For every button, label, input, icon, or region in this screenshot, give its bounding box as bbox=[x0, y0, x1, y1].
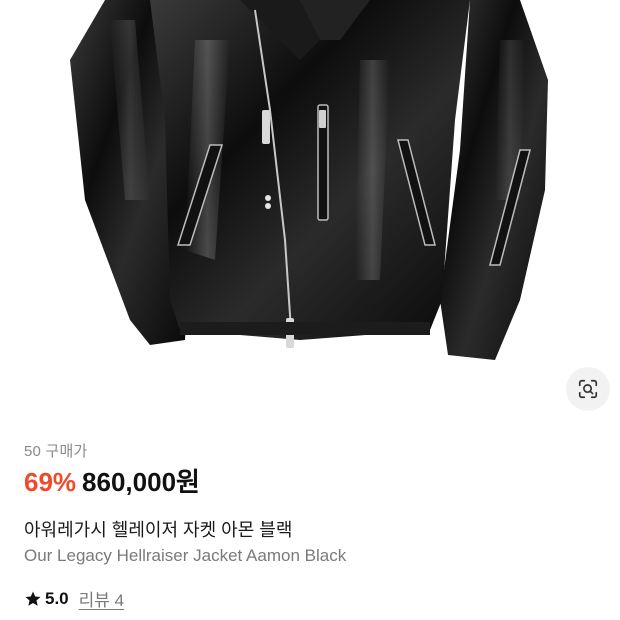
product-image bbox=[0, 0, 620, 425]
discount-rate: 69% bbox=[24, 467, 77, 497]
visual-search-button[interactable] bbox=[566, 367, 610, 411]
price: 860,000원 bbox=[82, 467, 200, 497]
rating-value: 5.0 bbox=[45, 588, 69, 608]
purchase-count: 50 구매가 bbox=[24, 443, 88, 460]
product-title-korean: 아워레가시 헬레이저 자켓 아몬 블랙 bbox=[24, 520, 293, 540]
price-row: 69% 860,000원 bbox=[24, 462, 200, 499]
review-count-link[interactable]: 리뷰 4 bbox=[79, 586, 124, 611]
product-title-english: Our Legacy Hellraiser Jacket Aamon Black bbox=[24, 546, 347, 565]
leather-jacket-image bbox=[70, 0, 548, 360]
rating-row: 5.0 리뷰 4 bbox=[24, 586, 124, 611]
star-icon bbox=[25, 591, 41, 606]
visual-search-icon bbox=[578, 379, 598, 399]
